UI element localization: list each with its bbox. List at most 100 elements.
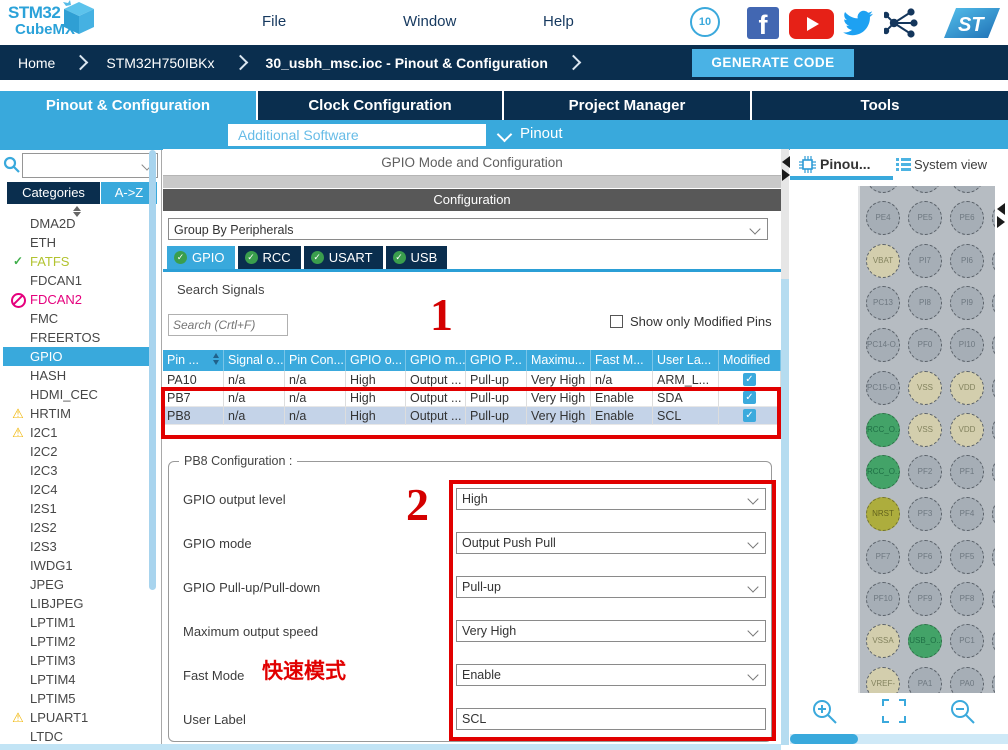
sidebar-item-eth[interactable]: ETH <box>3 233 153 252</box>
pin-pf1[interactable]: PF1 <box>950 455 984 489</box>
sidebar-item-dma2d[interactable]: DMA2D <box>3 214 153 233</box>
pin-vbat[interactable]: VBAT <box>866 244 900 278</box>
pin-pf7[interactable]: PF7 <box>866 540 900 574</box>
field-select[interactable]: Enable <box>456 664 766 686</box>
field-select[interactable]: Pull-up <box>456 576 766 598</box>
modified-checkbox[interactable]: ✓ <box>743 409 756 422</box>
sidebar-item-jpeg[interactable]: JPEG <box>3 575 153 594</box>
pin-pf3[interactable]: PF3 <box>908 497 942 531</box>
pin[interactable] <box>992 328 995 362</box>
pin-pe4[interactable]: PE4 <box>866 201 900 235</box>
show-only-modified-checkbox[interactable] <box>610 315 623 328</box>
generate-code-button[interactable]: GENERATE CODE <box>692 49 854 77</box>
pin-pi9[interactable]: PI9 <box>950 286 984 320</box>
breadcrumb-mcu[interactable]: STM32H750IBKx <box>106 55 214 71</box>
zoom-out-icon[interactable] <box>950 699 976 725</box>
sidebar-item-i2c1[interactable]: ⚠I2C1 <box>3 423 153 442</box>
pin-pe6[interactable]: PE6 <box>950 201 984 235</box>
pin-pi7[interactable]: PI7 <box>908 244 942 278</box>
pin[interactable] <box>992 582 995 616</box>
field-select[interactable]: Output Push Pull <box>456 532 766 554</box>
pin-vdd[interactable]: VDD <box>950 413 984 447</box>
sidebar-item-libjpeg[interactable]: LIBJPEG <box>3 594 153 613</box>
column-header-gpio-m[interactable]: GPIO m... <box>406 350 466 371</box>
sidebar-item-fdcan1[interactable]: FDCAN1 <box>3 271 153 290</box>
pin-pc15-o[interactable]: PC15-O.. <box>866 371 900 405</box>
column-header-modified[interactable]: Modified <box>719 350 781 371</box>
pinout-hscrollbar[interactable] <box>790 734 1008 744</box>
tab-tools[interactable]: Tools <box>752 91 1008 120</box>
column-header-signal-o[interactable]: Signal o... <box>224 350 285 371</box>
sidebar-item-i2s1[interactable]: I2S1 <box>3 499 153 518</box>
pin-pc1[interactable]: PC1 <box>950 624 984 658</box>
tab-pinout-view[interactable]: Pinou... <box>820 156 871 172</box>
pin-pc14-o[interactable]: PC14-O.. <box>866 328 900 362</box>
twitter-icon[interactable] <box>841 8 875 38</box>
pin-pf5[interactable]: PF5 <box>950 540 984 574</box>
modified-checkbox[interactable]: ✓ <box>743 391 756 404</box>
st-logo-icon[interactable]: ST <box>930 4 1004 42</box>
pin-pa1[interactable]: PA1 <box>908 667 942 693</box>
pin-pf0[interactable]: PF0 <box>908 328 942 362</box>
pin[interactable] <box>950 186 984 193</box>
panel-scrollbar[interactable] <box>781 149 789 745</box>
sidebar-item-hdmi-cec[interactable]: HDMI_CEC <box>3 385 153 404</box>
pin-pi10[interactable]: PI10 <box>950 328 984 362</box>
sidebar-item-hrtim[interactable]: ⚠HRTIM <box>3 404 153 423</box>
pin-pf6[interactable]: PF6 <box>908 540 942 574</box>
splitter-arrows-icon[interactable] <box>997 203 1007 229</box>
pin-vref[interactable]: VREF- <box>866 667 900 693</box>
sidebar-item-i2c4[interactable]: I2C4 <box>3 480 153 499</box>
sidebar-item-lptim3[interactable]: LPTIM3 <box>3 651 153 670</box>
sidebar-item-lptim1[interactable]: LPTIM1 <box>3 613 153 632</box>
pin-vdd[interactable]: VDD <box>950 371 984 405</box>
pin-pe5[interactable]: PE5 <box>908 201 942 235</box>
sidebar-item-ltdc[interactable]: LTDC <box>3 727 153 744</box>
column-header-user-la[interactable]: User La... <box>653 350 719 371</box>
pin[interactable] <box>992 624 995 658</box>
pin[interactable] <box>908 186 942 193</box>
column-header-pin[interactable]: Pin ... <box>163 350 224 371</box>
pin-vss[interactable]: VSS <box>908 371 942 405</box>
pin[interactable] <box>992 371 995 405</box>
zoom-in-icon[interactable] <box>812 699 838 725</box>
sidebar-scrollbar[interactable] <box>149 150 156 590</box>
pinout-menu[interactable]: Pinout <box>520 125 563 142</box>
signals-search-input[interactable] <box>168 314 288 336</box>
network-icon[interactable] <box>884 8 918 38</box>
tab-clock-configuration[interactable]: Clock Configuration <box>258 91 504 120</box>
sidebar-item-lptim4[interactable]: LPTIM4 <box>3 670 153 689</box>
pin[interactable] <box>992 201 995 235</box>
facebook-icon[interactable]: f <box>747 7 779 39</box>
peripheral-tab-usart[interactable]: ✓USART <box>304 246 383 269</box>
sidebar-item-lpuart1[interactable]: ⚠LPUART1 <box>3 708 153 727</box>
pin-pf4[interactable]: PF4 <box>950 497 984 531</box>
sidebar-item-i2s2[interactable]: I2S2 <box>3 518 153 537</box>
pin[interactable] <box>992 540 995 574</box>
sidebar-item-lptim2[interactable]: LPTIM2 <box>3 632 153 651</box>
youtube-icon[interactable] <box>789 9 834 39</box>
signal-row-pb7[interactable]: PB7n/an/aHighOutput ...Pull-upVery HighE… <box>163 389 781 407</box>
pin[interactable] <box>992 244 995 278</box>
pin-pf9[interactable]: PF9 <box>908 582 942 616</box>
sidebar-item-lptim5[interactable]: LPTIM5 <box>3 689 153 708</box>
peripheral-tab-gpio[interactable]: ✓GPIO <box>167 246 235 269</box>
column-header-fast-m[interactable]: Fast M... <box>591 350 653 371</box>
chip-pinout-view[interactable]: PE4PE5PE6VBATPI7PI6PC13PI8PI9PC14-O..PF0… <box>858 186 995 693</box>
menu-window[interactable]: Window <box>403 13 456 30</box>
sort-icon[interactable] <box>3 206 153 214</box>
pin-usb-o[interactable]: USB_O.. <box>908 624 942 658</box>
column-header-pin-con[interactable]: Pin Con... <box>285 350 346 371</box>
pin[interactable] <box>866 186 900 193</box>
pin-pf10[interactable]: PF10 <box>866 582 900 616</box>
pin-pf2[interactable]: PF2 <box>908 455 942 489</box>
pin-pa0[interactable]: PA0 <box>950 667 984 693</box>
group-by-select[interactable]: Group By Peripherals <box>168 218 768 240</box>
column-header-gpio-o[interactable]: GPIO o... <box>346 350 406 371</box>
field-select[interactable]: High <box>456 488 766 510</box>
sidebar-tab-categories[interactable]: Categories <box>7 182 100 204</box>
field-input[interactable]: SCL <box>456 708 766 730</box>
pin[interactable] <box>992 667 995 693</box>
sidebar-item-gpio[interactable]: GPIO <box>3 347 153 366</box>
tab-system-view[interactable]: System view <box>914 157 987 172</box>
